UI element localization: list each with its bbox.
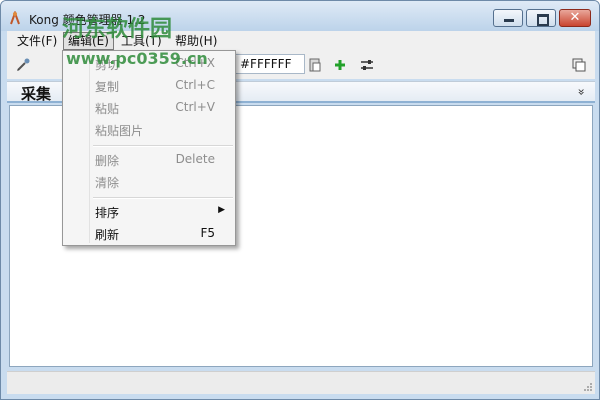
submenu-arrow-icon: ▶ <box>218 205 225 215</box>
menu-item-paste-image[interactable]: 粘贴图片 <box>63 119 235 141</box>
edit-dropdown-menu: 剪切 Ctrl+X 复制 Ctrl+C 粘贴 Ctrl+V 粘贴图片 删除 De… <box>62 50 236 246</box>
menu-item-label: 粘贴图片 <box>95 124 144 138</box>
paste-color-icon[interactable] <box>307 57 323 73</box>
close-button[interactable]: ✕ <box>559 9 591 27</box>
app-icon <box>10 11 20 25</box>
menu-item-shortcut: Delete <box>175 152 215 166</box>
menu-help[interactable]: 帮助(H) <box>171 33 221 49</box>
menu-item-copy[interactable]: 复制 Ctrl+C <box>63 75 235 97</box>
eyedropper-icon[interactable] <box>15 57 31 73</box>
menu-item-label: 刷新 <box>95 228 120 242</box>
color-value-field[interactable]: #FFFFFF <box>233 54 305 74</box>
menu-item-delete[interactable]: 删除 Delete <box>63 149 235 171</box>
menu-item-clear[interactable]: 清除 <box>63 171 235 193</box>
menu-item-label: 清除 <box>95 176 120 190</box>
menu-item-shortcut: Ctrl+X <box>175 56 215 70</box>
menu-item-label: 粘贴 <box>95 102 120 116</box>
adjust-icon[interactable] <box>359 57 375 73</box>
menu-separator <box>93 145 233 147</box>
minimize-button[interactable] <box>493 9 523 27</box>
menu-item-shortcut: Ctrl+C <box>175 78 215 92</box>
menu-item-label: 剪切 <box>95 58 120 72</box>
menu-bar: 文件(F) 编辑(E) 工具(T) 帮助(H) <box>7 31 595 51</box>
maximize-button[interactable] <box>526 9 556 27</box>
menu-item-shortcut: F5 <box>200 226 215 240</box>
panel-title: 采集 <box>21 85 52 103</box>
chevron-down-icon[interactable]: » <box>574 88 588 95</box>
window-title: Kong 颜色管理器 1.2 <box>29 13 146 27</box>
menu-item-sort[interactable]: 排序 ▶ <box>63 201 235 223</box>
close-icon: ✕ <box>569 10 581 25</box>
add-color-icon[interactable] <box>332 57 348 73</box>
menu-tools[interactable]: 工具(T) <box>117 33 166 49</box>
menu-file[interactable]: 文件(F) <box>13 33 61 49</box>
menu-item-label: 删除 <box>95 154 120 168</box>
window-toggle-icon[interactable] <box>571 57 587 73</box>
menu-item-label: 复制 <box>95 80 120 94</box>
title-bar[interactable]: Kong 颜色管理器 1.2 ✕ <box>1 1 599 31</box>
menu-item-label: 排序 <box>95 206 120 220</box>
menu-item-shortcut: Ctrl+V <box>175 100 215 114</box>
menu-item-paste[interactable]: 粘贴 Ctrl+V <box>63 97 235 119</box>
resize-grip-icon[interactable] <box>583 382 593 392</box>
menu-item-cut[interactable]: 剪切 Ctrl+X <box>63 53 235 75</box>
menu-edit[interactable]: 编辑(E) <box>63 32 114 50</box>
status-bar <box>7 371 595 394</box>
menu-item-refresh[interactable]: 刷新 F5 <box>63 223 235 245</box>
menu-separator <box>93 197 233 199</box>
